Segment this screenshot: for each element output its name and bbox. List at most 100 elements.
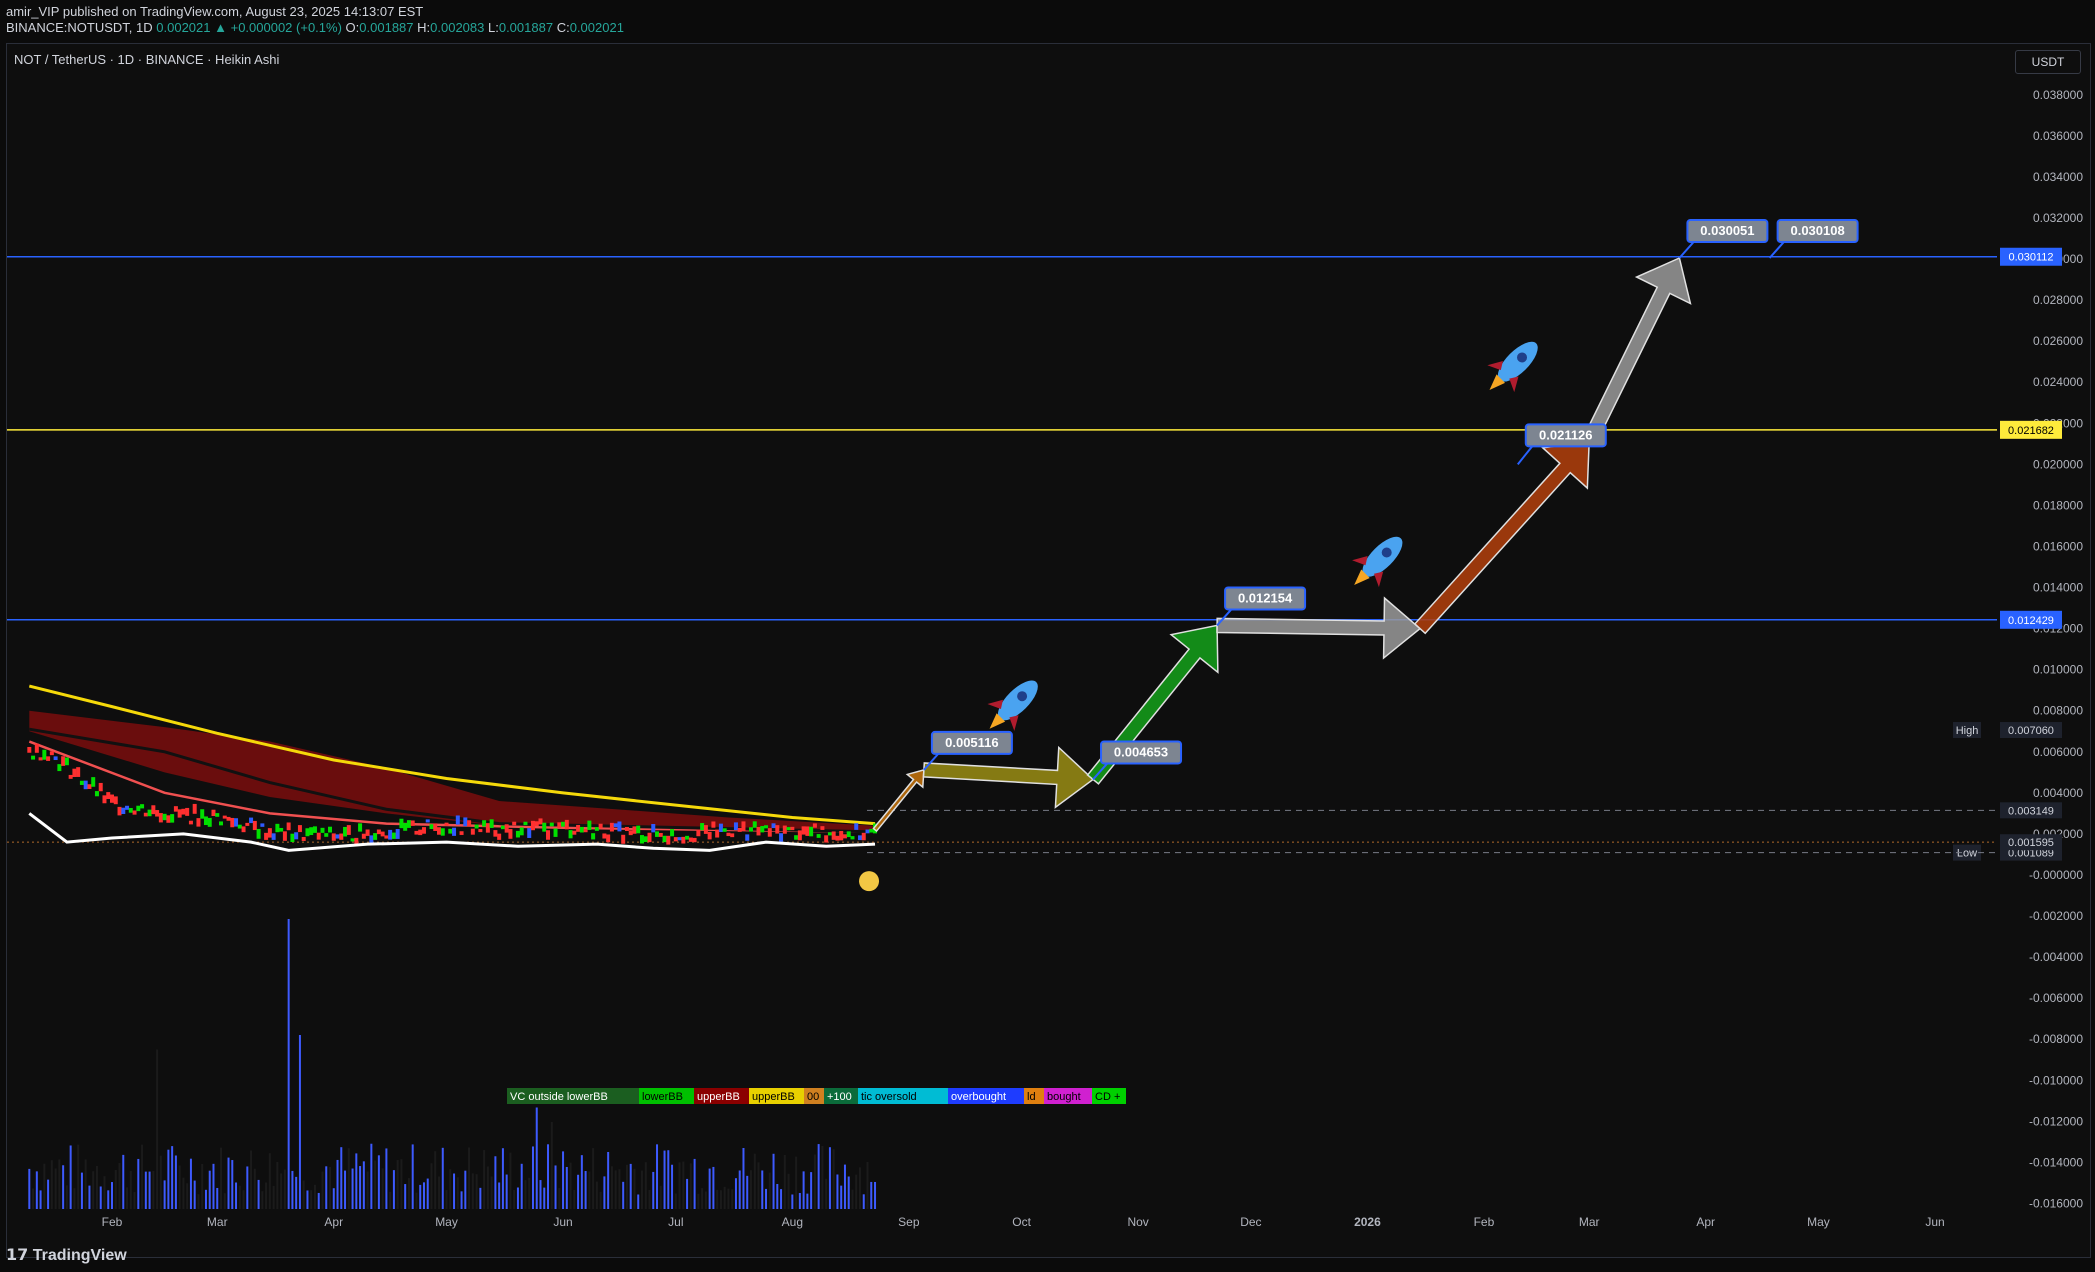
candle <box>346 825 351 835</box>
y-tick-label: 0.014000 <box>2033 581 2083 595</box>
projection-arrow <box>922 745 1095 809</box>
volume-bar <box>479 1187 482 1209</box>
volume-bar <box>430 1163 433 1209</box>
candle <box>391 832 396 839</box>
volume-bar <box>738 1170 741 1209</box>
volume-bar <box>870 1181 873 1209</box>
candle <box>373 833 378 840</box>
candle <box>865 829 870 834</box>
volume-bar <box>389 1191 392 1209</box>
candle <box>463 817 468 827</box>
volume-bar <box>321 1171 324 1209</box>
candle <box>857 835 862 841</box>
volume-bar <box>167 1149 170 1209</box>
volume-bar <box>133 1192 136 1209</box>
volume-bar <box>223 1193 226 1209</box>
candle <box>482 820 487 827</box>
volume-bar <box>569 1162 572 1209</box>
volume-bar <box>716 1189 719 1209</box>
volume-bar <box>246 1166 249 1209</box>
indicator-legend-text: VC outside lowerBB <box>510 1091 608 1103</box>
volume-bar <box>513 1190 516 1209</box>
candle <box>820 826 825 830</box>
candle <box>670 829 675 837</box>
candle <box>113 796 118 805</box>
published-line: amir_VIP published on TradingView.com, A… <box>6 4 424 19</box>
annotation-text: 0.030108 <box>1790 223 1844 238</box>
volume-bar <box>366 1171 369 1209</box>
y-tick-label: -0.004000 <box>2029 950 2083 964</box>
candle <box>613 823 618 828</box>
candle <box>34 743 39 753</box>
candle <box>534 821 539 827</box>
currency-button[interactable]: USDT <box>2015 50 2081 74</box>
candle <box>328 826 333 833</box>
volume-bar <box>144 1171 147 1209</box>
candle <box>215 813 220 817</box>
volume-bar <box>95 1165 98 1209</box>
candle <box>279 827 284 832</box>
candle <box>523 821 528 826</box>
candle <box>557 822 562 828</box>
volume-bar <box>220 1147 223 1209</box>
volume-bar <box>306 1190 309 1209</box>
indicator-legend-text: +100 <box>827 1091 852 1103</box>
volume-bar <box>396 1160 399 1209</box>
candle <box>234 818 239 827</box>
volume-bar <box>712 1166 715 1209</box>
candle <box>609 822 614 832</box>
volume-bar <box>520 1163 523 1209</box>
candle <box>606 834 611 843</box>
candle <box>549 822 554 827</box>
volume-bar <box>92 1171 95 1209</box>
candle <box>166 815 171 823</box>
indicator-legend-text: bought <box>1047 1091 1081 1103</box>
candle <box>358 823 363 832</box>
high-value: 0.002083 <box>430 20 485 35</box>
candle <box>459 831 464 835</box>
candle <box>662 835 667 843</box>
annotation-text: 0.005116 <box>945 735 999 750</box>
volume-bar <box>392 1170 395 1209</box>
low-label: L: <box>488 20 499 35</box>
volume-bar <box>554 1165 557 1209</box>
low-value: 0.001887 <box>498 20 554 35</box>
volume-bar <box>678 1162 681 1209</box>
volume-bar <box>272 1185 275 1209</box>
candle <box>339 833 344 840</box>
volume-bar <box>43 1163 46 1209</box>
volume-bar <box>137 1158 140 1209</box>
volume-bar <box>858 1167 861 1209</box>
candle <box>361 833 366 839</box>
volume-bar <box>336 1159 339 1209</box>
candle <box>403 823 408 831</box>
volume-bar <box>298 1035 301 1209</box>
candle <box>425 819 430 823</box>
volume-bar <box>445 1190 448 1209</box>
tradingview-logo[interactable]: 𝟭𝟳 TradingView <box>6 1245 127 1265</box>
volume-bar <box>449 1169 452 1209</box>
candle <box>200 809 205 819</box>
chart-pane[interactable]: 0.0380000.0360000.0340000.0320000.030000… <box>6 43 2091 1258</box>
volume-bar <box>287 919 290 1209</box>
volume-bar <box>866 1161 869 1209</box>
volume-bar <box>400 1159 403 1209</box>
volume-bar <box>855 1174 858 1209</box>
candle <box>110 794 114 803</box>
volume-bar <box>438 1176 441 1209</box>
chart-svg[interactable]: 0.0380000.0360000.0340000.0320000.030000… <box>7 44 2090 1257</box>
candle <box>324 833 329 837</box>
volume-bar <box>39 1190 42 1209</box>
volume-bar <box>332 1188 335 1209</box>
candle <box>542 822 547 832</box>
projection-arrow <box>1413 440 1590 635</box>
volume-bar <box>622 1181 625 1209</box>
candle <box>196 818 201 827</box>
volume-bar <box>535 1107 538 1209</box>
candle <box>775 825 780 834</box>
volume-bar <box>370 1143 373 1209</box>
candle <box>497 833 502 840</box>
volume-bar <box>77 1144 80 1209</box>
candle <box>260 823 265 827</box>
candle <box>681 836 686 844</box>
